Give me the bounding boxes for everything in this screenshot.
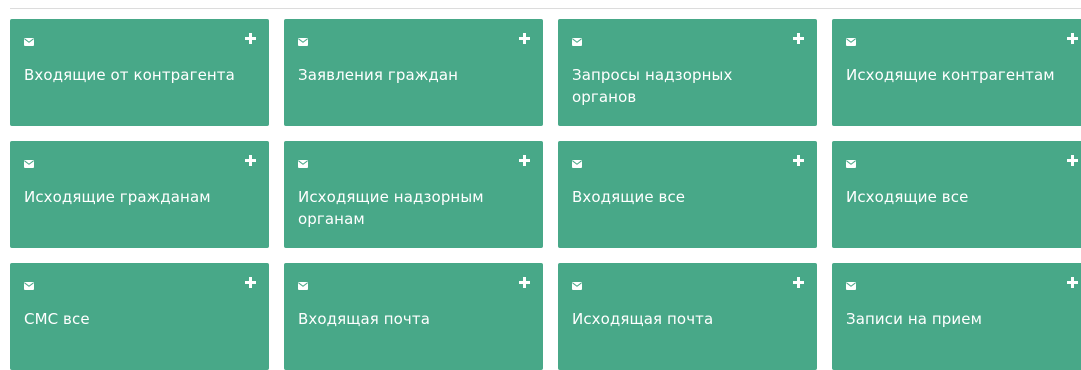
tile-label: Исходящая почта (572, 310, 714, 328)
tile-citizen-applications[interactable]: Заявления граждан (284, 19, 543, 126)
tile-incoming-all[interactable]: Входящие все (558, 141, 817, 248)
plus-icon[interactable] (793, 33, 804, 44)
plus-icon[interactable] (793, 277, 804, 288)
plus-icon[interactable] (245, 277, 256, 288)
tile-label: Исходящие все (846, 188, 969, 206)
envelope-icon (572, 160, 582, 168)
tile-outgoing-to-citizens[interactable]: Исходящие гражданам (10, 141, 269, 248)
plus-icon[interactable] (519, 155, 530, 166)
tile-label: Заявления граждан (298, 66, 459, 84)
envelope-icon (846, 282, 856, 290)
tile-label: Исходящие надзорным органам (298, 188, 484, 228)
tile-supervisory-requests[interactable]: Запросы надзорных органов (558, 19, 817, 126)
envelope-icon (24, 38, 34, 46)
top-divider (10, 8, 1081, 9)
tile-label: Входящая почта (298, 310, 431, 328)
envelope-icon (298, 282, 308, 290)
tile-outgoing-all[interactable]: Исходящие все (832, 141, 1081, 248)
envelope-icon (24, 282, 34, 290)
envelope-icon (846, 160, 856, 168)
plus-icon[interactable] (519, 33, 530, 44)
tile-incoming-mail[interactable]: Входящая почта (284, 263, 543, 370)
envelope-icon (572, 282, 582, 290)
plus-icon[interactable] (1067, 155, 1078, 166)
envelope-icon (24, 160, 34, 168)
tile-incoming-from-counterparty[interactable]: Входящие от контрагента (10, 19, 269, 126)
tile-outgoing-to-supervisory[interactable]: Исходящие надзорным органам (284, 141, 543, 248)
tile-label: Запросы надзорных органов (572, 66, 733, 106)
tile-label: Входящие все (572, 188, 686, 206)
tile-label: Записи на прием (846, 310, 983, 328)
tile-outgoing-to-counterparties[interactable]: Исходящие контрагентам (832, 19, 1081, 126)
plus-icon[interactable] (1067, 277, 1078, 288)
plus-icon[interactable] (245, 155, 256, 166)
tile-label: Исходящие контрагентам (846, 66, 1055, 84)
tile-label: СМС все (24, 310, 90, 328)
tile-sms-all[interactable]: СМС все (10, 263, 269, 370)
envelope-icon (572, 38, 582, 46)
tile-outgoing-mail[interactable]: Исходящая почта (558, 263, 817, 370)
plus-icon[interactable] (519, 277, 530, 288)
plus-icon[interactable] (1067, 33, 1078, 44)
plus-icon[interactable] (245, 33, 256, 44)
tile-label: Исходящие гражданам (24, 188, 211, 206)
plus-icon[interactable] (793, 155, 804, 166)
tile-appointments[interactable]: Записи на прием (832, 263, 1081, 370)
envelope-icon (846, 38, 856, 46)
tile-label: Входящие от контрагента (24, 66, 235, 84)
envelope-icon (298, 38, 308, 46)
envelope-icon (298, 160, 308, 168)
